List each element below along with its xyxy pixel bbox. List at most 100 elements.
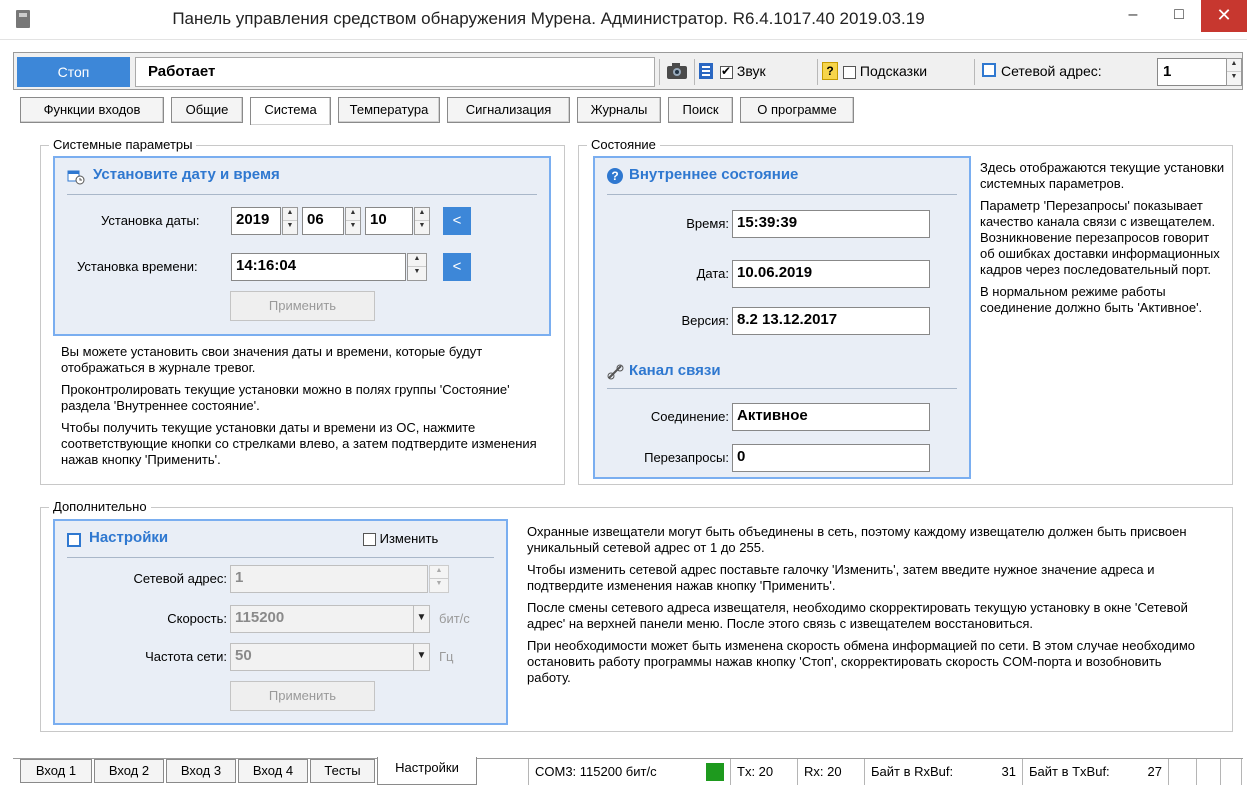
hints-check-mark[interactable] [843,65,856,79]
internal-state-panel: ? Внутреннее состояние Время: 15:39:39 Д… [593,156,971,479]
get-date-button[interactable]: < [443,207,471,235]
additional-help: Охранные извещатели могут быть объединен… [527,524,1207,692]
date-day-spinner[interactable]: ▲ ▼ [414,207,430,235]
settings-netaddr-input[interactable]: 1 [230,565,428,593]
additional-help-1: Охранные извещатели могут быть объединен… [527,524,1187,555]
status-empty-3 [1220,759,1242,785]
date-year-input[interactable]: 2019 [231,207,281,235]
additional-help-3: После смены сетевого адреса извещателя, … [527,600,1188,631]
status-rxbuf-label: Байт в RxBuf: [864,759,964,785]
settings-icon [67,533,81,547]
title-bar: Панель управления средством обнаружения … [0,0,1247,40]
speed-select[interactable]: 115200 [230,605,430,633]
bottom-tab-input-3[interactable]: Вход 3 [166,759,236,783]
state-help: Здесь отображаются текущие установки сис… [980,160,1225,322]
status-rxbuf-value: 31 [1001,764,1016,779]
close-button[interactable]: ✕ [1201,0,1247,32]
get-time-button[interactable]: < [443,253,471,281]
tab-system[interactable]: Система [250,97,331,125]
retries-label: Перезапросы: [644,450,729,465]
status-txbuf-value: 27 [1147,764,1162,779]
hints-checkbox[interactable]: Подсказки [843,63,927,79]
bottom-tab-input-2[interactable]: Вход 2 [94,759,164,783]
speed-dropdown-icon[interactable]: ▼ [413,605,429,633]
time-label: Установка времени: [77,259,198,274]
freq-select[interactable]: 50 [230,643,430,671]
apply-datetime-button[interactable]: Применить [230,291,375,321]
connection-label: Соединение: [650,409,729,424]
datetime-help-2: Проконтролировать текущие установки можн… [61,382,510,413]
additional-label: Дополнительно [49,499,151,514]
change-checkbox[interactable]: Изменить [363,531,438,547]
state-help-2: Параметр 'Перезапросы' показывает качест… [980,198,1220,277]
stop-button[interactable]: Стоп [17,57,130,87]
time-input[interactable]: 14:16:04 [231,253,406,281]
tab-temperature[interactable]: Температура [338,97,440,123]
status-txbuf-label: Байт в TxBuf: [1022,759,1122,785]
state-version-label: Версия: [681,313,729,328]
internal-state-title: Внутреннее состояние [629,166,799,183]
state-time-value: 15:39:39 [732,210,930,238]
settings-netaddr-spinner[interactable]: ▲ ▼ [429,565,449,593]
netaddr-icon [982,63,996,77]
speed-label: Скорость: [167,611,227,626]
additional-group: Дополнительно Настройки Изменить Сетевой… [40,499,1233,732]
status-rx: Rx: 20 [797,759,859,785]
tab-alarm[interactable]: Сигнализация [447,97,570,123]
system-params-label: Системные параметры [49,137,197,152]
speed-unit: бит/с [439,611,470,626]
channel-icon [607,364,625,380]
additional-help-2: Чтобы изменить сетевой адрес поставьте г… [527,562,1155,593]
hint-icon: ? [822,62,838,80]
additional-help-4: При необходимости может быть изменена ск… [527,638,1196,685]
sound-check-mark[interactable] [720,64,733,79]
hints-label: Подсказки [859,63,928,79]
camera-icon[interactable] [666,61,688,81]
bottom-tab-input-4[interactable]: Вход 4 [238,759,308,783]
network-icon [698,62,714,80]
help-circle-icon: ? [607,168,623,184]
status-empty-1 [1168,759,1194,785]
freq-label: Частота сети: [145,649,227,664]
tab-search[interactable]: Поиск [668,97,733,123]
state-date-label: Дата: [696,266,729,281]
minimize-button[interactable]: – [1110,0,1156,32]
state-date-value: 10.06.2019 [732,260,930,288]
channel-title: Канал связи [629,362,721,379]
sound-checkbox[interactable]: Звук [720,63,766,79]
window-title: Панель управления средством обнаружения … [172,9,925,28]
freq-dropdown-icon[interactable]: ▼ [413,643,429,671]
connection-value: Активное [732,403,930,431]
netaddr-input[interactable]: 1 [1157,58,1227,86]
bottom-tab-settings[interactable]: Настройки [377,757,477,785]
calendar-icon [67,169,85,185]
settings-title: Настройки [89,529,169,546]
time-spinner[interactable]: ▲ ▼ [407,253,427,281]
maximize-button[interactable]: □ [1156,0,1202,32]
tab-general[interactable]: Общие [171,97,243,123]
retries-value: 0 [732,444,930,472]
status-field: Работает [135,57,655,87]
date-year-spinner[interactable]: ▲ ▼ [282,207,298,235]
datetime-help: Вы можете установить свои значения даты … [61,344,551,474]
date-month-spinner[interactable]: ▲ ▼ [345,207,361,235]
bottom-tab-tests[interactable]: Тесты [310,759,375,783]
tab-input-functions[interactable]: Функции входов [20,97,164,123]
change-check-mark[interactable] [363,533,376,547]
settings-panel: Настройки Изменить Сетевой адрес: 1 ▲ ▼ С… [53,519,508,725]
settings-netaddr-label: Сетевой адрес: [133,571,227,586]
tab-about[interactable]: О программе [740,97,854,123]
state-group: Состояние ? Внутреннее состояние Время: … [578,137,1233,485]
bottom-tab-input-1[interactable]: Вход 1 [20,759,92,783]
apply-settings-button[interactable]: Применить [230,681,375,711]
tab-logs[interactable]: Журналы [577,97,661,123]
state-time-label: Время: [686,216,729,231]
state-help-1: Здесь отображаются текущие установки сис… [980,160,1225,191]
date-day-input[interactable]: 10 [365,207,413,235]
status-tx: Tx: 20 [730,759,792,785]
status-empty-2 [1196,759,1218,785]
date-month-input[interactable]: 06 [302,207,344,235]
status-port: COM3: 115200 бит/с [528,759,698,785]
netaddr-spinner[interactable]: ▲ ▼ [1226,58,1242,86]
datetime-help-3: Чтобы получить текущие установки даты и … [61,420,537,467]
